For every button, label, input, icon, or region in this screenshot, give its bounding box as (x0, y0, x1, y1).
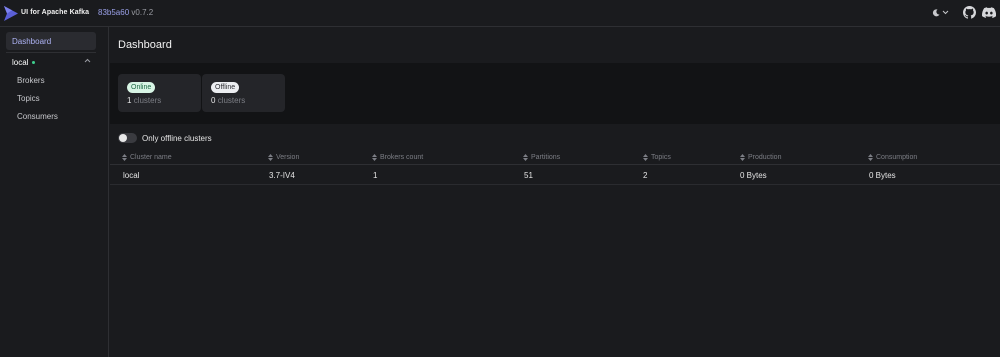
chevron-down-icon (942, 10, 949, 15)
top-bar: UI for Apache Kafka 83b5a60 v0.7.2 (0, 0, 1000, 27)
stat-unit: clusters (217, 96, 246, 105)
sidebar-item-dashboard[interactable]: Dashboard (6, 32, 96, 50)
stat-count: 0 (211, 96, 216, 105)
sort-icon (523, 154, 528, 161)
cell-version: 3.7-IV4 (269, 171, 295, 180)
cell-brokers-count: 1 (373, 171, 378, 180)
column-header-version[interactable]: Version (268, 154, 299, 161)
github-icon[interactable] (963, 6, 976, 19)
sort-icon (740, 154, 745, 161)
stat-count: 1 (127, 96, 132, 105)
main-content: Dashboard Online 1 clusters Offline 0 cl… (110, 27, 1000, 357)
app-title[interactable]: UI for Apache Kafka (21, 9, 89, 16)
clusters-table: Cluster name Version Brokers count Parti… (110, 151, 1000, 185)
sort-icon (372, 154, 377, 161)
cell-cluster-name[interactable]: local (123, 171, 139, 180)
offline-filter: Only offline clusters (118, 133, 212, 143)
commit-hash[interactable]: 83b5a60 (98, 8, 129, 17)
column-label: Cluster name (130, 154, 172, 161)
column-header-cluster-name[interactable]: Cluster name (122, 154, 172, 161)
version-info[interactable]: 83b5a60 v0.7.2 (98, 8, 153, 17)
theme-toggle[interactable] (932, 8, 949, 17)
discord-icon[interactable] (982, 7, 996, 18)
sidebar-item-label: Dashboard (12, 36, 52, 46)
stat-value: 0 clusters (211, 96, 276, 105)
sort-icon (643, 154, 648, 161)
column-label: Consumption (876, 154, 918, 161)
online-badge: Online (127, 82, 156, 93)
column-header-partitions[interactable]: Partitions (523, 154, 560, 161)
column-header-consumption[interactable]: Consumption (868, 154, 917, 161)
stat-value: 1 clusters (127, 96, 192, 105)
table-row[interactable]: local 3.7-IV4 1 51 2 0 Bytes 0 Bytes (110, 165, 1000, 185)
column-label: Version (276, 154, 300, 161)
sidebar-cluster-local[interactable]: local (6, 53, 96, 71)
column-header-topics[interactable]: Topics (643, 154, 671, 161)
cell-production: 0 Bytes (740, 171, 767, 180)
column-header-production[interactable]: Production (740, 154, 781, 161)
page-title: Dashboard (118, 39, 172, 51)
cell-consumption: 0 Bytes (869, 171, 896, 180)
stats-band: Online 1 clusters Offline 0 clusters (110, 63, 1000, 124)
moon-icon (932, 8, 940, 16)
sidebar-item-brokers[interactable]: Brokers (17, 76, 45, 85)
column-label: Brokers count (380, 154, 424, 161)
offline-badge: Offline (211, 82, 240, 93)
chevron-up-icon[interactable] (84, 58, 91, 64)
switch-knob (119, 134, 127, 142)
sidebar: Dashboard local Brokers Topics Consumers (0, 27, 109, 357)
cell-partitions: 51 (524, 171, 533, 180)
sidebar-item-consumers[interactable]: Consumers (17, 112, 58, 121)
kafka-logo-icon[interactable] (4, 6, 18, 21)
offline-toggle-switch[interactable] (118, 133, 137, 143)
sort-icon (868, 154, 873, 161)
table-header: Cluster name Version Brokers count Parti… (110, 151, 1000, 165)
cell-topics: 2 (643, 171, 648, 180)
column-header-brokers-count[interactable]: Brokers count (372, 154, 423, 161)
sort-icon (122, 154, 127, 161)
stat-card-offline: Offline 0 clusters (202, 74, 285, 112)
column-label: Topics (651, 154, 671, 161)
column-label: Partitions (531, 154, 561, 161)
cluster-status-dot (32, 60, 36, 64)
sidebar-item-topics[interactable]: Topics (17, 94, 40, 103)
sort-icon (268, 154, 273, 161)
column-label: Production (748, 154, 782, 161)
stat-unit: clusters (133, 96, 162, 105)
top-icons (932, 6, 996, 19)
cluster-name: local (12, 57, 29, 67)
version-number: v0.7.2 (131, 8, 154, 17)
toggle-label: Only offline clusters (142, 133, 212, 143)
stat-card-online: Online 1 clusters (118, 74, 201, 112)
